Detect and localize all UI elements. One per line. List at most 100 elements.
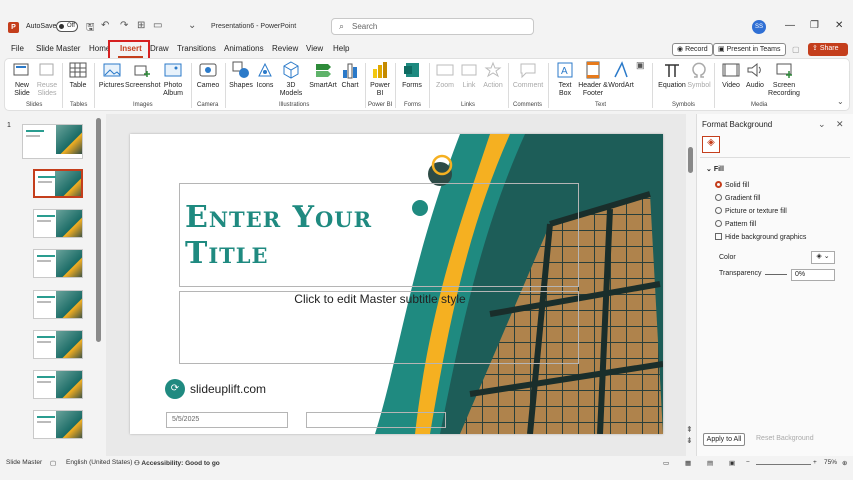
fit-slide-icon[interactable]: ⊕ bbox=[842, 459, 847, 467]
layout-thumbnail[interactable] bbox=[33, 249, 83, 278]
prev-slide-icon[interactable]: ⇞ bbox=[686, 425, 693, 434]
comment-button[interactable]: Comment bbox=[512, 61, 544, 90]
action-label: Action bbox=[483, 82, 503, 89]
smartart-button[interactable]: SmartArt bbox=[309, 61, 337, 90]
color-picker-button[interactable]: ◈ ⌄ bbox=[811, 251, 835, 264]
power-bi-button[interactable]: Power BI bbox=[369, 61, 391, 98]
new-slide-button[interactable]: New Slide bbox=[8, 61, 36, 98]
symbol-button[interactable]: Symbol bbox=[686, 61, 712, 90]
text-box-button[interactable]: A Text Box bbox=[553, 61, 577, 98]
footer-placeholder[interactable] bbox=[306, 412, 446, 428]
zoom-slider[interactable] bbox=[756, 464, 811, 465]
close-pane-icon[interactable]: ✕ bbox=[836, 119, 844, 130]
reading-view-icon[interactable]: ▤ bbox=[707, 459, 713, 467]
solid-fill-radio[interactable]: Solid fill bbox=[715, 181, 749, 189]
photo-album-button[interactable]: Photo Album bbox=[160, 61, 186, 98]
reset-background-button[interactable]: Reset Background bbox=[756, 435, 814, 442]
pattern-fill-radio[interactable]: Pattern fill bbox=[715, 220, 756, 228]
table-button[interactable]: Table bbox=[66, 61, 90, 90]
customize-qat-icon[interactable]: ▭ bbox=[153, 20, 162, 31]
cameo-button[interactable]: Cameo bbox=[196, 61, 220, 90]
screen-recording-button[interactable]: Screen Recording bbox=[767, 61, 801, 98]
slide-title-line2: Title bbox=[185, 236, 269, 271]
thumbnail-scrollbar[interactable] bbox=[96, 118, 101, 342]
next-slide-icon[interactable]: ⇟ bbox=[686, 436, 693, 445]
collapse-ribbon-icon[interactable]: ⌄ bbox=[837, 97, 844, 106]
zoom-button[interactable]: Zoom bbox=[433, 61, 457, 90]
comments-icon[interactable]: ▢ bbox=[792, 45, 800, 54]
close-icon[interactable]: ✕ bbox=[835, 20, 843, 31]
tab-help[interactable]: Help bbox=[333, 44, 349, 53]
date-placeholder[interactable]: 5/5/2025 bbox=[166, 412, 288, 428]
start-slideshow-icon[interactable]: ⊞ bbox=[137, 20, 145, 31]
restore-icon[interactable]: ❐ bbox=[810, 20, 819, 31]
chart-button[interactable]: Chart bbox=[339, 61, 361, 90]
tab-view[interactable]: View bbox=[306, 44, 323, 53]
layout-thumbnail[interactable] bbox=[33, 330, 83, 359]
layout-thumbnail[interactable] bbox=[33, 290, 83, 319]
text-box-icon: A bbox=[557, 62, 573, 78]
slide-sorter-icon[interactable]: ▦ bbox=[685, 459, 691, 467]
action-button[interactable]: Action bbox=[481, 61, 505, 90]
forms-button[interactable]: Forms bbox=[400, 61, 424, 90]
tab-file[interactable]: File bbox=[11, 44, 24, 53]
record-button[interactable]: ◉ Record bbox=[672, 43, 713, 56]
language-label[interactable]: English (United States) bbox=[66, 459, 132, 466]
avatar[interactable]: SS bbox=[752, 20, 766, 34]
video-button[interactable]: Video bbox=[720, 61, 742, 90]
hide-background-checkbox[interactable]: Hide background graphics bbox=[715, 233, 806, 241]
zoom-out-icon[interactable]: − bbox=[746, 459, 750, 466]
zoom-in-icon[interactable]: + bbox=[813, 459, 817, 466]
link-button[interactable]: Link bbox=[459, 61, 479, 90]
tab-animations[interactable]: Animations bbox=[224, 44, 264, 53]
slide-title[interactable]: Enter Your Title bbox=[185, 200, 415, 272]
autosave-toggle[interactable]: Off bbox=[56, 21, 78, 32]
picture-fill-radio[interactable]: Picture or texture fill bbox=[715, 207, 787, 215]
apply-to-all-button[interactable]: Apply to All bbox=[703, 433, 745, 446]
accessibility-status[interactable]: ⚇ Accessibility: Good to go bbox=[134, 459, 220, 467]
equation-button[interactable]: Equation bbox=[656, 61, 688, 90]
transparency-input[interactable]: 0% bbox=[791, 269, 835, 281]
qat-more-icon[interactable]: ⌄ bbox=[188, 20, 196, 31]
zoom-level[interactable]: 75% bbox=[824, 459, 837, 466]
language-icon[interactable]: ▢ bbox=[50, 459, 56, 467]
save-icon[interactable]: 🖫 bbox=[86, 20, 95, 37]
gradient-fill-radio[interactable]: Gradient fill bbox=[715, 194, 760, 202]
slideshow-icon[interactable]: ▣ bbox=[729, 459, 735, 467]
layout-thumbnail[interactable] bbox=[33, 410, 83, 439]
shapes-button[interactable]: Shapes bbox=[228, 61, 254, 90]
tab-slide-master[interactable]: Slide Master bbox=[36, 44, 80, 53]
present-in-teams-button[interactable]: ▣ Present in Teams bbox=[713, 43, 786, 56]
fill-bucket-icon[interactable]: ◈ bbox=[702, 136, 720, 153]
screenshot-button[interactable]: Screenshot bbox=[125, 61, 160, 90]
reuse-slides-button[interactable]: Reuse Slides bbox=[35, 61, 59, 98]
tab-review[interactable]: Review bbox=[272, 44, 298, 53]
header-footer-button[interactable]: Header & Footer bbox=[578, 61, 608, 98]
share-button[interactable]: ⇪ Share bbox=[808, 43, 848, 56]
minimize-icon[interactable]: — bbox=[785, 20, 795, 31]
master-thumbnail[interactable] bbox=[22, 124, 83, 159]
text-options-icon[interactable]: ▣ bbox=[636, 60, 645, 71]
tab-transitions[interactable]: Transitions bbox=[177, 44, 216, 53]
search-input[interactable]: ⌕ Search bbox=[331, 18, 534, 35]
screen-recording-icon bbox=[776, 63, 792, 78]
layout-thumbnail[interactable] bbox=[33, 209, 83, 238]
present-teams-label: Present in Teams bbox=[726, 46, 781, 53]
fill-section-header[interactable]: ⌄ Fill bbox=[706, 165, 724, 173]
transparency-slider[interactable] bbox=[765, 274, 787, 275]
normal-view-icon[interactable]: ▭ bbox=[663, 459, 669, 467]
tab-draw[interactable]: Draw bbox=[150, 44, 169, 53]
pane-options-icon[interactable]: ⌄ bbox=[818, 119, 826, 130]
layout-thumbnail[interactable] bbox=[33, 370, 83, 399]
wordart-button[interactable]: WordArt bbox=[607, 61, 635, 90]
undo-icon[interactable]: ↶ bbox=[101, 20, 109, 31]
layout-thumbnail[interactable] bbox=[33, 169, 83, 198]
redo-icon[interactable]: ↷ bbox=[120, 20, 128, 31]
subtitle-text[interactable]: Click to edit Master subtitle style bbox=[180, 292, 580, 306]
icons-button[interactable]: Icons bbox=[254, 61, 276, 90]
pictures-button[interactable]: Pictures bbox=[98, 61, 125, 90]
3d-models-button[interactable]: 3D Models bbox=[278, 61, 304, 98]
audio-button[interactable]: Audio bbox=[743, 61, 767, 90]
canvas-scrollbar[interactable] bbox=[688, 147, 693, 173]
group-images-label: Images bbox=[133, 102, 153, 108]
